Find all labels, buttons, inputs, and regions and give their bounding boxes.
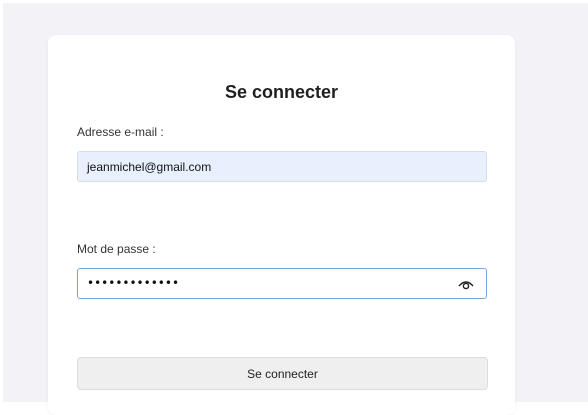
email-field[interactable]: jeanmichel@gmail.com bbox=[77, 151, 487, 182]
page-background: Se connecter Adresse e-mail : jeanmichel… bbox=[3, 3, 588, 415]
email-label: Adresse e-mail : bbox=[77, 125, 164, 139]
login-submit-button[interactable]: Se connecter bbox=[77, 357, 488, 390]
eye-icon[interactable] bbox=[458, 277, 474, 291]
password-field[interactable]: ••••••••••••• bbox=[77, 268, 487, 299]
password-value: ••••••••••••• bbox=[87, 275, 180, 290]
login-title: Se connecter bbox=[224, 82, 339, 102]
password-label: Mot de passe : bbox=[77, 242, 156, 256]
login-card: Se connecter Adresse e-mail : jeanmichel… bbox=[48, 35, 515, 415]
email-value: jeanmichel@gmail.com bbox=[87, 159, 212, 174]
